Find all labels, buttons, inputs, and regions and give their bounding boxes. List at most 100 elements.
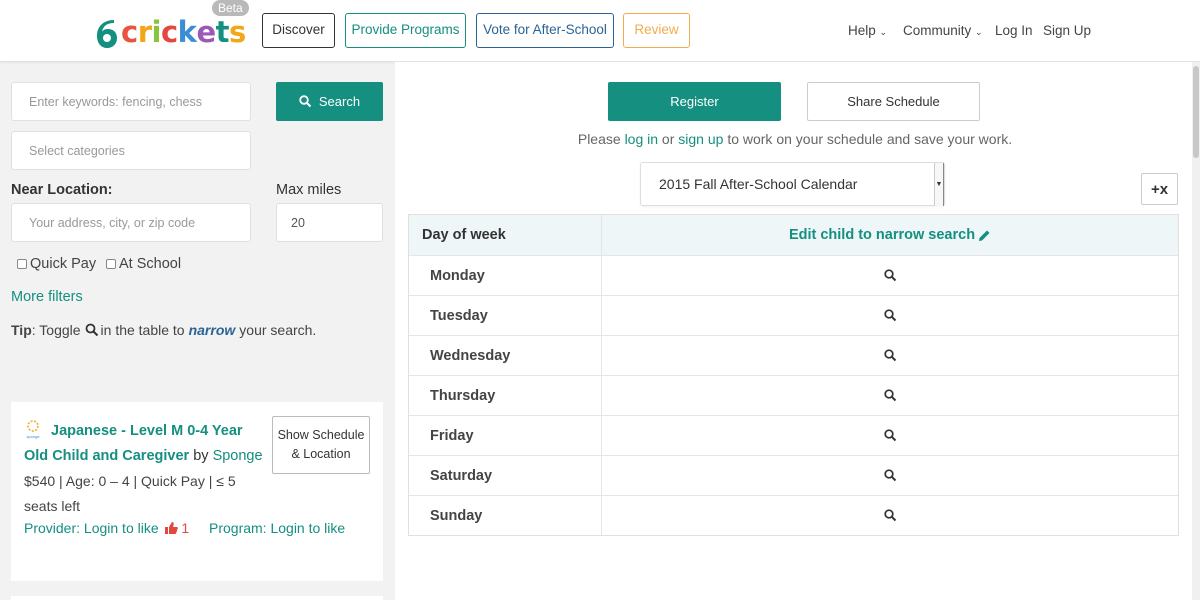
page-scrollbar[interactable]	[1192, 62, 1200, 600]
keywords-input[interactable]: Enter keywords: fencing, chess	[11, 82, 251, 121]
toggle-search-cell[interactable]	[602, 496, 1178, 535]
at-school-checkbox[interactable]: At School	[106, 256, 181, 272]
calendar-select[interactable]: 2015 Fall After-School Calendar ▼	[640, 162, 945, 206]
day-label: Thursday	[409, 376, 602, 415]
table-row: Saturday	[409, 455, 1178, 495]
provider-link[interactable]: Sponge	[213, 448, 263, 464]
top-navbar: crickets Beta Discover Provide Programs …	[0, 0, 1200, 62]
tip-label: Tip	[11, 322, 32, 338]
search-button-label: Search	[318, 94, 361, 109]
beta-badge: Beta	[212, 0, 249, 16]
tip-text-start: : Toggle	[31, 322, 81, 338]
search-icon[interactable]	[883, 389, 897, 402]
toggle-search-cell[interactable]	[602, 376, 1178, 415]
quick-pay-checkbox[interactable]: Quick Pay	[17, 256, 96, 272]
table-row: Sunday	[409, 495, 1178, 535]
search-icon[interactable]	[883, 349, 897, 362]
like-count: 1	[181, 520, 190, 536]
table-row: Wednesday	[409, 335, 1178, 375]
community-menu[interactable]: Community ⌄	[903, 23, 983, 38]
schedule-panel: Register Share Schedule Please log in or…	[395, 62, 1200, 600]
categories-select[interactable]: Select categories	[11, 131, 251, 170]
table-row: Friday	[409, 415, 1178, 455]
thumbs-up-icon[interactable]	[164, 522, 178, 534]
tip-text-mid: in the table to	[100, 322, 185, 338]
day-label: Friday	[409, 416, 602, 455]
search-icon[interactable]	[883, 469, 897, 482]
nav-review-button[interactable]: Review	[623, 13, 690, 48]
near-location-label: Near Location:	[11, 182, 113, 198]
show-schedule-button[interactable]: Show Schedule & Location	[272, 416, 370, 474]
edit-child-label: Edit child to narrow search	[788, 227, 976, 243]
search-icon[interactable]	[883, 509, 897, 522]
signup-link[interactable]: Sign Up	[1043, 23, 1091, 38]
nav-vote-button[interactable]: Vote for After-School	[476, 13, 614, 48]
provider-like[interactable]: Provider: Login to like 1	[24, 520, 189, 536]
provider-like-label: Provider: Login to like	[24, 520, 159, 536]
help-menu[interactable]: Help ⌄	[848, 23, 887, 38]
login-notice: Please log in or sign up to work on your…	[395, 131, 1195, 147]
login-link[interactable]: Log In	[995, 23, 1033, 38]
show-schedule-label-2: & Location	[291, 447, 351, 461]
table-row: Monday	[409, 255, 1178, 295]
toggle-search-cell[interactable]	[602, 296, 1178, 335]
register-button[interactable]: Register	[608, 82, 781, 121]
share-schedule-button[interactable]: Share Schedule	[807, 82, 980, 121]
search-icon[interactable]	[883, 309, 897, 322]
toggle-search-cell[interactable]	[602, 256, 1178, 295]
caret-down-icon[interactable]: ▼	[934, 163, 944, 206]
schedule-table: Day of week Edit child to narrow search …	[408, 214, 1179, 536]
add-child-icon: +x	[1150, 180, 1169, 198]
notice-signup-link[interactable]: sign up	[678, 131, 723, 147]
checkbox-box[interactable]	[106, 259, 116, 269]
search-button[interactable]: Search	[276, 82, 383, 121]
table-row: Thursday	[409, 375, 1178, 415]
logo[interactable]: crickets Beta	[94, 0, 249, 50]
notice-text: Please	[577, 131, 621, 147]
scrollbar-thumb[interactable]	[1193, 66, 1199, 158]
checkbox-box[interactable]	[17, 259, 27, 269]
community-label: Community	[903, 23, 972, 38]
program-meta: $540 | Age: 0 – 4 | Quick Pay | ≤ 5 seat…	[24, 473, 236, 514]
chevron-down-icon: ⌄	[879, 27, 888, 37]
next-program-card	[11, 596, 383, 600]
table-row: Tuesday	[409, 295, 1178, 335]
tip-text-end: your search.	[239, 322, 317, 338]
day-label: Monday	[409, 256, 602, 295]
logo-wordmark: crickets	[121, 15, 246, 49]
program-title-link[interactable]: Japanese - Level M 0-4 Year Old Child an…	[24, 423, 243, 464]
program-card: sponge Japanese - Level M 0-4 Year Old C…	[11, 402, 383, 581]
search-tip: Tip: Toggle in the table to narrow your se…	[11, 322, 316, 338]
help-label: Help	[848, 23, 876, 38]
notice-text: to work on your schedule and save your w…	[727, 131, 1013, 147]
search-icon	[299, 95, 312, 108]
search-icon	[85, 323, 98, 337]
day-label: Saturday	[409, 456, 602, 495]
add-child-button[interactable]: +x	[1141, 173, 1178, 205]
show-schedule-label-1: Show Schedule	[277, 428, 365, 442]
notice-login-link[interactable]: log in	[625, 131, 658, 147]
search-icon[interactable]	[883, 269, 897, 282]
day-label: Sunday	[409, 496, 602, 535]
quick-pay-label: Quick Pay	[30, 256, 97, 272]
toggle-search-cell[interactable]	[602, 336, 1178, 375]
table-header-row: Day of week Edit child to narrow search	[409, 215, 1178, 255]
address-input[interactable]: Your address, city, or zip code	[11, 203, 251, 242]
toggle-search-cell[interactable]	[602, 456, 1178, 495]
edit-child-link[interactable]: Edit child to narrow search	[602, 215, 1178, 255]
by-label: by	[193, 448, 209, 464]
nav-discover-button[interactable]: Discover	[262, 13, 335, 48]
program-title: Japanese - Level M 0-4 Year Old Child an…	[24, 419, 264, 469]
search-icon[interactable]	[883, 429, 897, 442]
chevron-down-icon: ⌄	[975, 27, 983, 37]
day-label: Wednesday	[409, 336, 602, 375]
max-miles-label: Max miles	[276, 182, 342, 198]
more-filters-link[interactable]: More filters	[11, 289, 83, 305]
program-like[interactable]: Program: Login to like	[209, 520, 345, 536]
pencil-icon	[979, 230, 990, 241]
nav-provide-programs-button[interactable]: Provide Programs	[345, 13, 466, 48]
tip-narrow-word: narrow	[188, 322, 236, 338]
toggle-search-cell[interactable]	[602, 416, 1178, 455]
day-of-week-header: Day of week	[409, 215, 602, 255]
max-miles-input[interactable]: 20	[276, 203, 383, 242]
